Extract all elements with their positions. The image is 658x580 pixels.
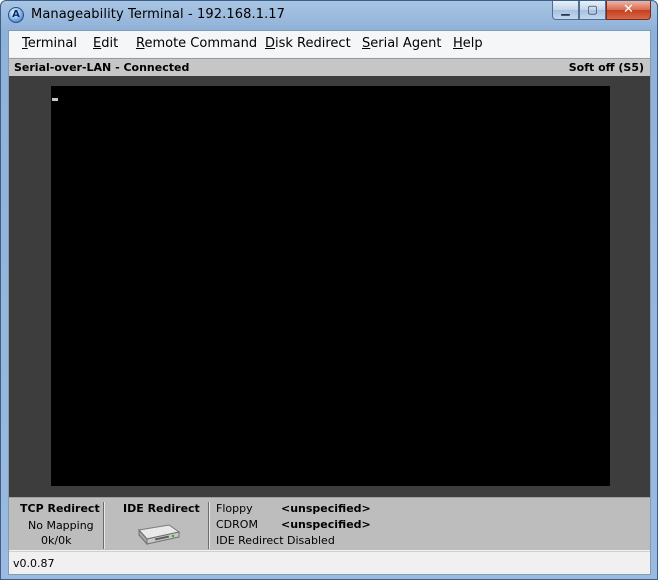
version-label: v0.0.87 [13,557,55,570]
menu-bar: Terminal Edit Remote Command Disk Redire… [9,31,650,57]
tcp-redirect-title: TCP Redirect [20,502,100,515]
maximize-button[interactable]: ▢ [579,1,606,20]
ide-redirect-title: IDE Redirect [123,502,200,515]
maximize-icon: ▢ [587,3,598,16]
cdrom-value: <unspecified> [281,518,371,531]
menu-help[interactable]: Help [453,36,483,51]
app-window: A Manageability Terminal - 192.168.1.17 … [0,0,658,580]
power-state: Soft off (S5) [568,61,644,74]
client-area: Terminal Edit Remote Command Disk Redire… [8,30,651,575]
floppy-label: Floppy [216,502,253,515]
ide-redirect-status: IDE Redirect Disabled [216,534,335,547]
terminal-cursor [52,98,58,101]
menu-serial-agent[interactable]: Serial Agent [362,36,441,51]
minimize-button[interactable]: ▁ [552,1,579,20]
tcp-redirect-mapping: No Mapping [28,519,94,532]
connection-status-bar: Serial-over-LAN - Connected Soft off (S5… [9,58,650,76]
terminal-frame [9,76,650,497]
menu-remote-command[interactable]: Remote Command [136,36,257,51]
terminal-screen[interactable] [51,86,610,486]
app-icon[interactable]: A [8,7,24,23]
panel-separator [103,502,105,549]
menu-disk-redirect[interactable]: Disk Redirect [265,36,351,51]
menu-terminal[interactable]: Terminal [22,36,77,51]
caption-buttons: ▁ ▢ ✕ [552,1,651,20]
window-title: Manageability Terminal - 192.168.1.17 [31,7,286,22]
close-icon: ✕ [623,2,634,17]
disk-drive-icon[interactable] [133,522,181,546]
connection-status: Serial-over-LAN - Connected [14,61,190,74]
panel-separator [208,502,210,549]
redirect-panel: TCP Redirect No Mapping 0k/0k IDE Redire… [9,497,650,550]
minimize-icon: ▁ [561,3,570,16]
close-button[interactable]: ✕ [606,1,651,20]
title-bar[interactable]: A Manageability Terminal - 192.168.1.17 … [1,1,657,29]
tcp-redirect-traffic: 0k/0k [41,534,72,547]
menu-edit[interactable]: Edit [93,36,118,51]
cdrom-label: CDROM [216,518,258,531]
version-bar: v0.0.87 [9,551,650,574]
floppy-value: <unspecified> [281,502,371,515]
